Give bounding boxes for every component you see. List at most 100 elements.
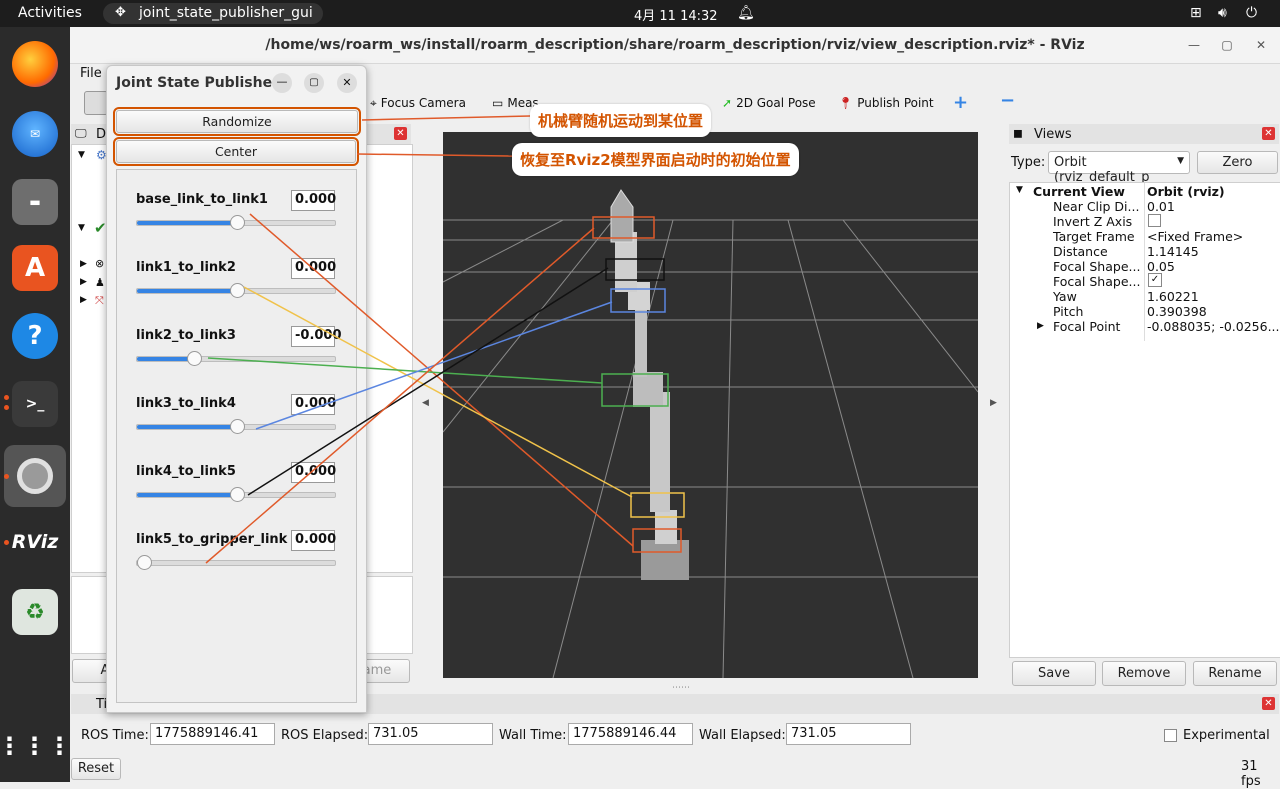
clock[interactable]: 4月 11 14:32 [634, 5, 718, 24]
wall-time-field[interactable]: 1775889146.44 [568, 723, 693, 745]
camera-icon: ◼︎ [1013, 126, 1023, 140]
collapse-right-icon[interactable]: ▶ [990, 398, 997, 408]
center-button[interactable]: Center [113, 137, 359, 166]
goal-pose-label: 2D Goal Pose [736, 96, 816, 110]
window-title: /home/ws/roarm_ws/install/roarm_descript… [265, 37, 1085, 53]
invert-z-checkbox[interactable] [1148, 214, 1161, 227]
maximize-icon[interactable]: ▢ [1217, 35, 1237, 55]
trash-icon[interactable]: ♻ [12, 589, 58, 635]
notification-bell-icon[interactable]: 🔔︎ [737, 5, 755, 21]
jsp-titlebar[interactable]: Joint State Publisher — ▢ ✕ [107, 66, 366, 100]
prop-value[interactable]: 0.05 [1147, 259, 1175, 274]
joint-slider[interactable] [136, 215, 336, 230]
prop-value[interactable]: 1.14145 [1147, 244, 1199, 259]
ground-grid [443, 219, 978, 678]
wall-elapsed-field[interactable]: 731.05 [786, 723, 911, 745]
close-icon[interactable]: ✕ [337, 73, 357, 93]
grid-icon: ⊗ [95, 257, 105, 270]
firefox-icon[interactable] [12, 41, 58, 87]
activities-button[interactable]: Activities [18, 5, 82, 21]
maximize-icon[interactable]: ▢ [304, 73, 324, 93]
close-panel-icon[interactable]: ✕ [1262, 697, 1275, 710]
joint-slider[interactable] [136, 555, 336, 570]
render-viewport[interactable] [443, 132, 978, 678]
prop-value[interactable]: <Fixed Frame> [1147, 229, 1243, 244]
rviz-titlebar[interactable]: /home/ws/roarm_ws/install/roarm_descript… [70, 27, 1280, 64]
prop-value[interactable]: 1.60221 [1147, 289, 1199, 304]
joint-slider[interactable] [136, 419, 336, 434]
zero-button[interactable]: Zero [1197, 151, 1278, 174]
remove-view-button[interactable]: Remove [1102, 661, 1186, 686]
expand-arrow-icon[interactable]: ▶ [80, 277, 87, 287]
prop-value[interactable]: 0.01 [1147, 199, 1175, 214]
joint-value-field[interactable]: 0.000 [291, 394, 336, 415]
rviz-icon[interactable]: RViz [12, 519, 59, 565]
view-type-select[interactable]: Orbit (rviz_default_p ▼ [1048, 151, 1190, 185]
files-icon[interactable]: ▬ [12, 179, 58, 225]
minimize-icon[interactable]: — [272, 73, 292, 93]
expand-arrow-icon[interactable]: ▶ [80, 259, 87, 269]
power-icon[interactable]: ⏻ [1246, 5, 1257, 21]
publish-point-tool[interactable]: 📍︎ Publish Point [838, 96, 934, 110]
slider-handle[interactable] [229, 419, 245, 434]
remove-tool-icon[interactable]: − [1000, 90, 1015, 111]
close-icon[interactable]: ✕ [1251, 35, 1271, 55]
ros-elapsed-field[interactable]: 731.05 [368, 723, 493, 745]
reset-button[interactable]: Reset [71, 758, 121, 780]
terminal-icon[interactable]: >_ [12, 381, 58, 427]
slider-handle[interactable] [229, 283, 245, 298]
prop-value[interactable]: -0.088035; -0.0256... [1147, 319, 1280, 334]
help-icon[interactable]: ? [12, 313, 58, 359]
settings-icon[interactable] [4, 445, 66, 507]
slider-handle[interactable] [229, 487, 245, 502]
joint-slider[interactable] [136, 487, 336, 502]
joint-value-field[interactable]: 0.000 [291, 190, 336, 211]
collapse-left-icon[interactable]: ◀ [422, 398, 429, 408]
joint-value-field[interactable]: 0.000 [291, 258, 336, 279]
ros-time-field[interactable]: 1775889146.41 [150, 723, 275, 745]
slider-handle[interactable] [229, 215, 245, 230]
volume-icon[interactable]: 🔊︎ [1218, 5, 1227, 21]
joint-value-field[interactable]: 0.000 [291, 530, 336, 551]
prop-value[interactable]: Orbit (rviz) [1147, 184, 1225, 199]
active-app-indicator[interactable]: ✥ joint_state_publisher_gui [103, 3, 323, 24]
expand-arrow-icon[interactable]: ▼ [78, 223, 85, 233]
view-properties[interactable]: ▼ Current View Orbit (rviz) Near Clip Di… [1009, 182, 1280, 658]
app-grid-icon[interactable]: ⋮⋮⋮ [0, 723, 72, 769]
joint-label: link1_to_link2 [136, 260, 236, 275]
expand-arrow-icon[interactable]: ▼ [78, 150, 85, 160]
views-title: Views [1034, 127, 1072, 142]
resize-handle-icon[interactable]: ⋯⋯ [672, 683, 690, 693]
minimize-icon[interactable]: — [1184, 35, 1204, 55]
slider-handle[interactable] [186, 351, 202, 366]
menu-file[interactable]: File [80, 66, 102, 81]
randomize-button[interactable]: Randomize [113, 107, 361, 136]
goal-pose-tool[interactable]: ➚ 2D Goal Pose [722, 96, 816, 110]
focal-shape-checkbox[interactable]: ✓ [1148, 273, 1162, 287]
rename-view-button[interactable]: Rename [1193, 661, 1277, 686]
interact-tool-icon[interactable] [84, 91, 108, 115]
joint-slider[interactable] [136, 351, 336, 366]
network-icon[interactable]: ⊞ [1190, 5, 1202, 21]
expand-arrow-icon[interactable]: ▶ [1037, 321, 1044, 331]
joint-value-field[interactable]: -0.000 [291, 326, 342, 347]
close-panel-icon[interactable]: ✕ [1262, 127, 1275, 140]
focus-camera-tool[interactable]: ⌖ Focus Camera [370, 96, 466, 111]
experimental-label: Experimental [1183, 728, 1270, 743]
prop-value[interactable]: 0.390398 [1147, 304, 1207, 319]
randomize-callout: 机械臂随机运动到某位置 [530, 104, 712, 137]
ros-time-label: ROS Time: [81, 728, 149, 743]
close-panel-icon[interactable]: ✕ [394, 127, 407, 140]
joint-value-field[interactable]: 0.000 [291, 462, 336, 483]
expand-arrow-icon[interactable]: ▼ [1016, 185, 1023, 195]
slider-handle[interactable] [137, 555, 152, 570]
prop-name: Distance [1053, 244, 1108, 259]
add-tool-icon[interactable]: + [953, 92, 968, 113]
experimental-checkbox[interactable] [1164, 729, 1177, 742]
save-view-button[interactable]: Save [1012, 661, 1096, 686]
thunderbird-icon[interactable]: ✉ [12, 111, 58, 157]
joint-slider[interactable] [136, 283, 336, 298]
app-center-icon[interactable]: A [12, 245, 58, 291]
center-callout: 恢复至Rviz2模型界面启动时的初始位置 [512, 143, 799, 176]
expand-arrow-icon[interactable]: ▶ [80, 295, 87, 305]
